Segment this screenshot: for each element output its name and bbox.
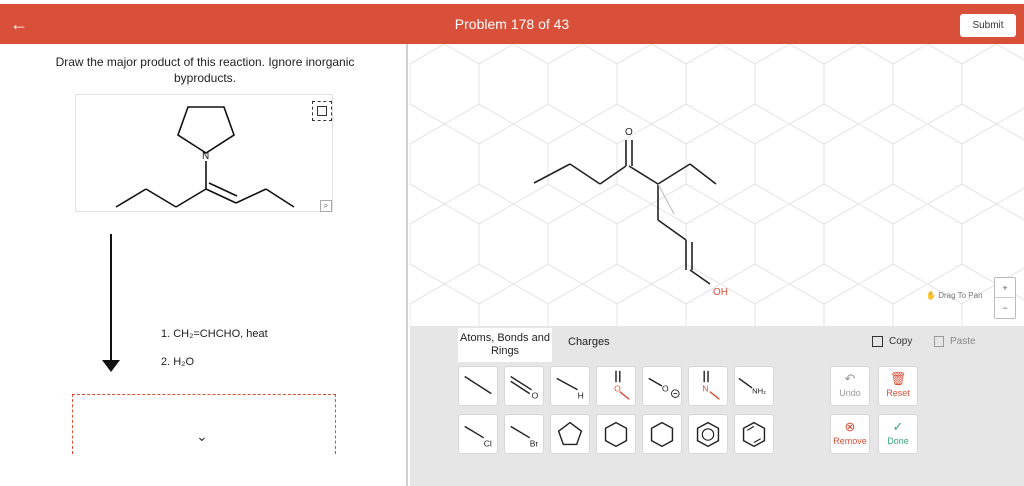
- cyclohexadiene-icon: [742, 421, 766, 448]
- carbonyl-oxygen-label[interactable]: O: [625, 127, 633, 138]
- single-bond-icon: [464, 375, 492, 395]
- chevron-down-icon[interactable]: ⌄: [196, 428, 208, 445]
- copy-structure-icon[interactable]: [312, 101, 332, 121]
- bromine-label: Br: [530, 438, 539, 448]
- zoom-in-button[interactable]: +: [995, 278, 1015, 298]
- amine-tool[interactable]: NH₂: [734, 366, 774, 406]
- trash-icon: 🗑: [889, 371, 907, 386]
- cyclopentane-icon: [557, 421, 583, 446]
- bromine-icon: Br: [510, 425, 539, 448]
- reaction-arrow-head: [102, 360, 120, 372]
- close-circle-icon: ⊗: [844, 419, 856, 434]
- chlorine-tool[interactable]: Cl: [458, 414, 498, 454]
- cyclohexene-icon: [650, 421, 674, 448]
- hand-icon: ✋: [926, 291, 936, 300]
- drag-to-pan-hint[interactable]: ✋ Drag To Pan: [926, 291, 983, 300]
- copy-button[interactable]: Copy: [872, 336, 912, 347]
- zoom-control: + −: [994, 277, 1016, 319]
- benzene-tool[interactable]: [688, 414, 728, 454]
- reactant-drawing: N: [115, 106, 295, 208]
- undo-icon: ↶: [844, 371, 856, 386]
- oxide-anion-tool[interactable]: O: [642, 366, 682, 406]
- top-bar: ← Problem 178 of 43 Submit: [0, 4, 1024, 44]
- carbonyl-icon: O: [614, 370, 630, 400]
- copy-label: Copy: [889, 336, 913, 348]
- done-button[interactable]: ✓ Done: [878, 414, 918, 454]
- tab-charges[interactable]: Charges: [568, 336, 610, 349]
- check-circle-icon: ✓: [892, 419, 904, 434]
- hydrogen-tool[interactable]: H: [550, 366, 590, 406]
- hydroxyl-label[interactable]: OH: [713, 287, 728, 298]
- drawing-canvas[interactable]: O OH: [410, 44, 1024, 326]
- nitrogen-label: N: [702, 384, 708, 394]
- double-bond-o-icon: O: [510, 375, 539, 400]
- reset-button[interactable]: 🗑 Reset: [878, 366, 918, 406]
- paste-icon: [934, 336, 944, 347]
- drag-to-pan-label: Drag To Pan: [938, 291, 983, 300]
- cyclohexane-icon: [604, 421, 628, 448]
- remove-button[interactable]: ⊗ Remove: [830, 414, 870, 454]
- tab-atoms-bonds-rings[interactable]: Atoms, Bonds and Rings: [458, 328, 552, 362]
- chlorine-label: Cl: [484, 438, 492, 448]
- paste-button[interactable]: Paste: [934, 336, 976, 347]
- amine-icon: NH₂: [738, 377, 766, 396]
- undo-button[interactable]: ↶ Undo: [830, 366, 870, 406]
- reactant-nitrogen-label: N: [202, 151, 209, 162]
- hydrogen-label: H: [578, 390, 584, 400]
- canvas-svg: O OH: [410, 44, 1024, 326]
- double-bond-o-label: O: [532, 390, 539, 400]
- condition-step-2: 2. H₂O: [161, 356, 194, 368]
- remove-label: Remove: [833, 436, 867, 446]
- nitrogen-tool[interactable]: N: [688, 366, 728, 406]
- reset-label: Reset: [886, 388, 910, 398]
- answer-box[interactable]: [72, 394, 336, 454]
- reaction-arrow-shaft: [110, 234, 112, 362]
- hydrogen-icon: H: [556, 377, 584, 400]
- cyclohexene-tool[interactable]: [642, 414, 682, 454]
- reactant-structure: N: [75, 94, 333, 212]
- undo-label: Undo: [839, 388, 861, 398]
- cyclohexane-tool[interactable]: [596, 414, 636, 454]
- problem-title: Problem 178 of 43: [454, 16, 570, 32]
- single-bond-tool[interactable]: [458, 366, 498, 406]
- cyclopentane-tool[interactable]: [550, 414, 590, 454]
- double-bond-o-tool[interactable]: O: [504, 366, 544, 406]
- benzene-icon: [696, 421, 720, 448]
- condition-step-1: 1. CH₂=CHCHO, heat: [161, 328, 268, 340]
- cyclohexadiene-tool[interactable]: [734, 414, 774, 454]
- magnify-icon[interactable]: ⌕: [320, 200, 332, 212]
- submit-button[interactable]: Submit: [960, 14, 1016, 37]
- oxide-anion-icon: O: [648, 377, 680, 398]
- done-label: Done: [887, 436, 909, 446]
- carbonyl-tool[interactable]: O: [596, 366, 636, 406]
- paste-label: Paste: [950, 336, 976, 348]
- oxide-label: O: [662, 384, 669, 394]
- amine-label: NH₂: [752, 387, 766, 396]
- bromine-tool[interactable]: Br: [504, 414, 544, 454]
- question-prompt: Draw the major product of this reaction.…: [55, 55, 355, 85]
- drawing-toolbar: Atoms, Bonds and Rings Charges Copy Past…: [410, 326, 1024, 486]
- chlorine-icon: Cl: [464, 425, 492, 448]
- zoom-out-button[interactable]: −: [995, 298, 1015, 318]
- nitrogen-icon: N: [702, 370, 720, 400]
- copy-icon: [872, 336, 883, 347]
